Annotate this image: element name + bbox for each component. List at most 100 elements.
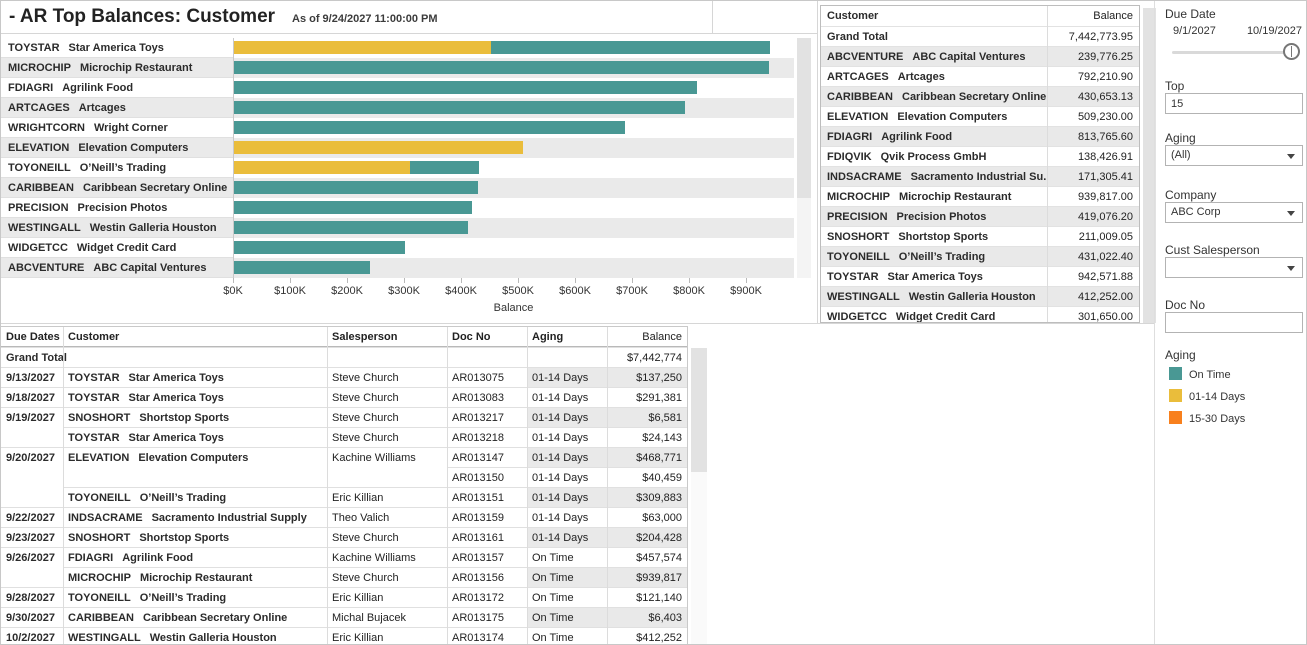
chart-row-label[interactable]: ELEVATIONElevation Computers — [1, 138, 233, 158]
balance-table-row[interactable]: FDIQVIKQvik Process GmbH138,426.91 — [821, 146, 1139, 166]
bar-segment-on-time[interactable] — [491, 41, 770, 54]
balance-table-row[interactable]: SNOSHORTShortstop Sports211,009.05 — [821, 226, 1139, 246]
column-header-balance[interactable]: Balance — [1047, 6, 1139, 26]
customer-cell[interactable]: TOYONEILLO’Neill’s Trading — [63, 587, 327, 607]
doc-no-input[interactable] — [1165, 312, 1303, 333]
bar-segment-on-time[interactable] — [233, 121, 625, 134]
bar-segment-01-14-days[interactable] — [233, 41, 491, 54]
bar-segment-on-time[interactable] — [233, 261, 370, 274]
bar-segment-01-14-days[interactable] — [233, 141, 523, 154]
bar-segment-on-time[interactable] — [233, 201, 472, 214]
balance-cell[interactable]: $939,817 — [607, 567, 688, 587]
detail-column-header-salesperson[interactable]: Salesperson — [327, 327, 447, 347]
balance-table-row[interactable]: WIDGETCCWidget Credit Card301,650.00 — [821, 306, 1139, 323]
balance-cell[interactable]: $40,459 — [607, 467, 688, 487]
balance-cell[interactable]: $204,428 — [607, 527, 688, 547]
customer-name: Shortstop Sports — [139, 412, 229, 424]
balance-table-row[interactable]: CARIBBEANCaribbean Secretary Online430,6… — [821, 86, 1139, 106]
balance-table-row[interactable]: TOYONEILLO’Neill’s Trading431,022.40 — [821, 246, 1139, 266]
customer-cell[interactable]: TOYSTARStar America Toys — [63, 427, 327, 447]
chart-scrollbar-thumb[interactable] — [797, 38, 811, 198]
bar-segment-on-time[interactable] — [233, 181, 478, 194]
chart-row-label[interactable]: WRIGHTCORNWright Corner — [1, 118, 233, 138]
balance-table-row[interactable]: PRECISIONPrecision Photos419,076.20 — [821, 206, 1139, 226]
bar-segment-on-time[interactable] — [233, 241, 405, 254]
company-filter-dropdown[interactable]: ABC Corp — [1165, 202, 1303, 223]
customer-cell[interactable]: WESTINGALLWestin Galleria Houston — [63, 627, 327, 645]
due-date-slider-handle[interactable] — [1283, 43, 1300, 60]
balance-table-row[interactable]: ELEVATIONElevation Computers509,230.00 — [821, 106, 1139, 126]
chart-row-label[interactable]: CARIBBEANCaribbean Secretary Online — [1, 178, 233, 198]
customer-cell[interactable]: ELEVATIONElevation Computers — [63, 447, 327, 467]
balance-cell[interactable]: $457,574 — [607, 547, 688, 567]
chart-row-label[interactable]: PRECISIONPrecision Photos — [1, 198, 233, 218]
balance-cell[interactable]: $309,883 — [607, 487, 688, 507]
bar-segment-on-time[interactable] — [233, 61, 769, 74]
customer-cell[interactable]: SNOSHORTShortstop Sports — [63, 407, 327, 427]
balance-cell[interactable]: $291,381 — [607, 387, 688, 407]
cust-salesperson-dropdown[interactable] — [1165, 257, 1303, 278]
detail-table-scrollbar[interactable] — [691, 348, 707, 645]
chart-row-label[interactable]: WESTINGALLWestin Galleria Houston — [1, 218, 233, 238]
balance-cell[interactable]: $137,250 — [607, 367, 688, 387]
detail-column-header-balance[interactable]: Balance — [607, 327, 688, 347]
customer-cell[interactable]: TOYONEILLO’Neill’s Trading — [63, 487, 327, 507]
balance-table-row[interactable]: TOYSTARStar America Toys942,571.88 — [821, 266, 1139, 286]
doc-no-cell: AR013161 — [447, 527, 527, 547]
legend-item-15-30-days[interactable]: 15-30 Days — [1169, 411, 1245, 427]
legend-label: On Time — [1189, 369, 1231, 381]
chart-row-label[interactable]: ARTCAGESArtcages — [1, 98, 233, 118]
customer-cell: MICROCHIPMicrochip Restaurant — [821, 187, 1047, 207]
detail-table-scrollbar-thumb[interactable] — [691, 348, 707, 472]
balance-cell[interactable]: $468,771 — [607, 447, 688, 467]
customer-cell[interactable]: MICROCHIPMicrochip Restaurant — [63, 567, 327, 587]
bar-segment-on-time[interactable] — [233, 221, 468, 234]
bar-segment-on-time[interactable] — [233, 81, 697, 94]
balance-table-row[interactable]: Grand Total7,442,773.95 — [821, 26, 1139, 46]
chart-row-label[interactable]: TOYONEILLO’Neill’s Trading — [1, 158, 233, 178]
balance-cell[interactable]: $24,143 — [607, 427, 688, 447]
due-date-slider-track[interactable] — [1172, 51, 1297, 54]
balance-cell[interactable]: $412,252 — [607, 627, 688, 645]
doc-no-cell: AR013083 — [447, 387, 527, 407]
customer-cell: PRECISIONPrecision Photos — [821, 207, 1047, 227]
balance-table-row[interactable]: FDIAGRIAgrilink Food813,765.60 — [821, 126, 1139, 146]
chart-row-label[interactable]: ABCVENTUREABC Capital Ventures — [1, 258, 233, 278]
customer-cell[interactable]: INDSACRAMESacramento Industrial Supply — [63, 507, 327, 527]
chart-row-label[interactable]: TOYSTARStar America Toys — [1, 38, 233, 58]
bar-segment-01-14-days[interactable] — [233, 161, 410, 174]
chart-row-label[interactable]: FDIAGRIAgrilink Food — [1, 78, 233, 98]
balance-table-row[interactable]: WESTINGALLWestin Galleria Houston412,252… — [821, 286, 1139, 306]
balance-cell[interactable]: $121,140 — [607, 587, 688, 607]
customer-cell[interactable]: CARIBBEANCaribbean Secretary Online — [63, 607, 327, 627]
customer-cell[interactable]: TOYSTARStar America Toys — [63, 387, 327, 407]
top-parameter-input[interactable] — [1165, 93, 1303, 114]
legend-item-on-time[interactable]: On Time — [1169, 367, 1231, 383]
balance-cell[interactable]: $6,581 — [607, 407, 688, 427]
balance-table-row[interactable]: INDSACRAMESacramento Industrial Su..171,… — [821, 166, 1139, 186]
aging-filter-dropdown[interactable]: (All) — [1165, 145, 1303, 166]
customer-cell[interactable]: TOYSTARStar America Toys — [63, 367, 327, 387]
bar-segment-on-time[interactable] — [233, 101, 685, 114]
balance-table-row[interactable]: MICROCHIPMicrochip Restaurant939,817.00 — [821, 186, 1139, 206]
balance-cell[interactable]: $63,000 — [607, 507, 688, 527]
column-header-customer[interactable]: Customer — [821, 6, 1047, 26]
detail-column-header-due-dates[interactable]: Due Dates — [1, 327, 63, 347]
detail-column-header-aging[interactable]: Aging — [527, 327, 607, 347]
legend-item-01-14-days[interactable]: 01-14 Days — [1169, 389, 1245, 405]
customer-cell[interactable]: SNOSHORTShortstop Sports — [63, 527, 327, 547]
detail-column-header-doc-no[interactable]: Doc No — [447, 327, 527, 347]
customer-cell[interactable] — [63, 467, 327, 487]
balance-table-row[interactable]: ABCVENTUREABC Capital Ventures239,776.25 — [821, 46, 1139, 66]
customer-name: Precision Photos — [897, 211, 987, 223]
balance-cell[interactable]: $6,403 — [607, 607, 688, 627]
chart-row-label[interactable]: WIDGETCCWidget Credit Card — [1, 238, 233, 258]
bar-segment-on-time[interactable] — [410, 161, 479, 174]
chart-row: WESTINGALLWestin Galleria Houston — [1, 218, 794, 238]
chart-scrollbar[interactable] — [797, 38, 811, 278]
customer-cell[interactable]: FDIAGRIAgrilink Food — [63, 547, 327, 567]
balance-table-row[interactable]: ARTCAGESArtcages792,210.90 — [821, 66, 1139, 86]
customer-name: Wright Corner — [94, 122, 168, 134]
chart-row-label[interactable]: MICROCHIPMicrochip Restaurant — [1, 58, 233, 78]
detail-column-header-customer[interactable]: Customer — [63, 327, 327, 347]
